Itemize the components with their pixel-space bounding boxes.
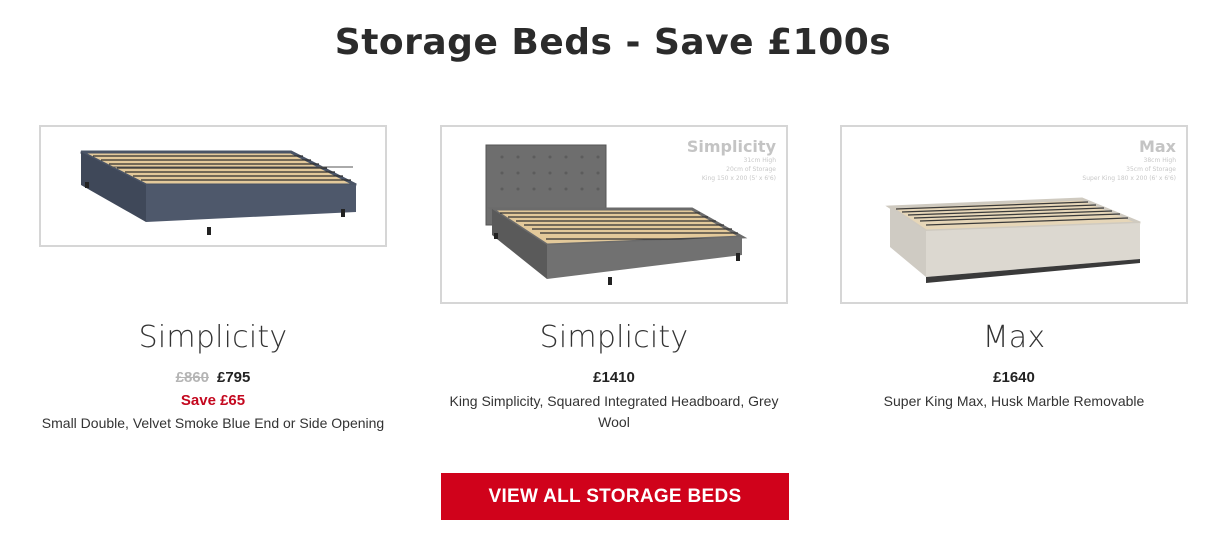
product-card[interactable]: Simplicity 31cm High 20cm of Storage Kin… bbox=[440, 125, 788, 430]
save-label: Save £65 bbox=[180, 392, 246, 409]
product-description: King Simplicity, Squared Integrated Head… bbox=[449, 393, 779, 430]
product-image[interactable]: Simplicity 31cm High 20cm of Storage Kin… bbox=[440, 125, 788, 304]
overlay-line: Super King 180 x 200 (6' x 6'6) bbox=[1082, 175, 1176, 182]
bed-image bbox=[80, 150, 357, 235]
spec-overlay: Simplicity 31cm High 20cm of Storage Kin… bbox=[687, 137, 776, 183]
product-name[interactable]: Max bbox=[840, 320, 1188, 355]
overlay-line: 35cm of Storage bbox=[1126, 166, 1176, 173]
spec-overlay: Max 38cm High 35cm of Storage Super King… bbox=[1082, 137, 1176, 183]
product-card[interactable]: Simplicity £860 £795 Save £65 Small Doubl… bbox=[39, 125, 387, 431]
current-price: £795 bbox=[217, 369, 251, 386]
overlay-name: Simplicity bbox=[686, 137, 776, 156]
current-price: £1640 bbox=[993, 369, 1035, 386]
product-card[interactable]: Max 38cm High 35cm of Storage Super King… bbox=[840, 125, 1188, 409]
overlay-line: 20cm of Storage bbox=[726, 166, 776, 173]
product-description: Super King Max, Husk Marble Removable bbox=[883, 393, 1145, 409]
overlay-name: Max bbox=[1138, 137, 1176, 156]
product-name[interactable]: Simplicity bbox=[39, 320, 387, 355]
overlay-line: King 150 x 200 (5' x 6'6) bbox=[701, 175, 776, 182]
view-all-storage-beds-button[interactable]: VIEW ALL STORAGE BEDS bbox=[441, 473, 789, 520]
overlay-line: 38cm High bbox=[1143, 157, 1176, 164]
product-description: Small Double, Velvet Smoke Blue End or S… bbox=[41, 415, 385, 431]
product-image[interactable] bbox=[39, 125, 387, 247]
product-name[interactable]: Simplicity bbox=[440, 320, 788, 355]
current-price: £1410 bbox=[593, 369, 635, 386]
price-row: £1640 bbox=[840, 369, 1188, 386]
overlay-line: 31cm High bbox=[743, 157, 776, 164]
product-image[interactable]: Max 38cm High 35cm of Storage Super King… bbox=[840, 125, 1188, 304]
price-row: £1410 bbox=[440, 369, 788, 386]
section-title: Storage Beds - Save £100s bbox=[334, 22, 892, 63]
price-row: £860 £795 bbox=[39, 369, 387, 386]
was-price: £860 bbox=[175, 369, 209, 386]
